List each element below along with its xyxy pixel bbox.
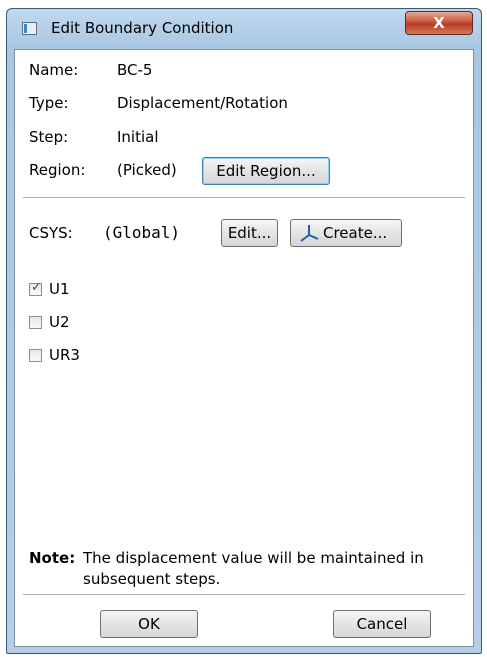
note-label: Note: xyxy=(29,549,76,567)
step-label: Step: xyxy=(29,128,69,146)
edit-region-button[interactable]: Edit Region... xyxy=(202,157,330,185)
csys-value: (Global) xyxy=(103,223,181,242)
dialog-body: Name: BC-5 Type: Displacement/Rotation S… xyxy=(14,49,474,647)
u2-checkbox[interactable] xyxy=(29,316,42,329)
separator-top xyxy=(23,197,465,199)
csys-label: CSYS: xyxy=(29,224,73,242)
title-bar[interactable]: Edit Boundary Condition X xyxy=(7,9,481,49)
u1-label[interactable]: U1 xyxy=(49,279,70,299)
ok-button[interactable]: OK xyxy=(100,610,198,638)
window-icon xyxy=(22,22,37,35)
csys-edit-button[interactable]: Edit... xyxy=(221,219,278,247)
window-title: Edit Boundary Condition xyxy=(51,19,234,37)
name-label: Name: xyxy=(29,61,79,79)
name-value: BC-5 xyxy=(117,61,153,79)
u2-label[interactable]: U2 xyxy=(49,312,70,332)
csys-row: CSYS: (Global) xyxy=(29,221,229,245)
step-value: Initial xyxy=(117,128,159,146)
ur3-label[interactable]: UR3 xyxy=(49,345,80,365)
region-label: Region: xyxy=(29,161,86,179)
csys-create-label: Create... xyxy=(323,224,388,242)
type-value: Displacement/Rotation xyxy=(117,94,288,112)
cancel-button[interactable]: Cancel xyxy=(333,610,431,638)
type-label: Type: xyxy=(29,94,69,112)
csys-axes-icon xyxy=(300,225,319,242)
u1-checkbox[interactable]: ✓ xyxy=(29,280,42,296)
dialog-window: Edit Boundary Condition X Name: BC-5 Typ… xyxy=(6,8,482,654)
region-value: (Picked) xyxy=(117,161,177,179)
checkmark-icon: ✓ xyxy=(31,280,42,295)
separator-bottom xyxy=(23,594,465,596)
ur3-checkbox[interactable] xyxy=(29,349,42,362)
csys-create-button[interactable]: Create... xyxy=(290,219,402,247)
note-text: The displacement value will be maintaine… xyxy=(83,549,424,588)
close-button[interactable]: X xyxy=(405,11,473,35)
